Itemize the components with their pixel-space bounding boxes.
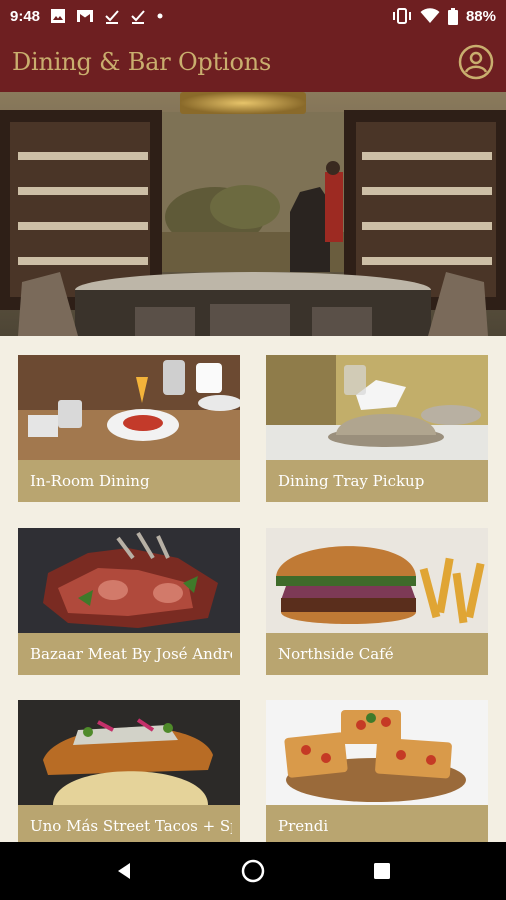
app-bar: Dining & Bar Options xyxy=(0,32,506,92)
vibrate-icon xyxy=(392,8,412,24)
status-bar: 9:48 88% xyxy=(0,0,506,32)
profile-button[interactable] xyxy=(458,44,494,80)
card-northside-cafe[interactable]: Northside Café xyxy=(266,528,488,675)
card-label: Northside Café xyxy=(278,645,394,663)
card-label: Uno Más Street Tacos + Sp... xyxy=(30,817,232,835)
card-label: Dining Tray Pickup xyxy=(278,472,425,490)
recents-button[interactable] xyxy=(358,847,406,895)
system-nav-bar xyxy=(0,842,506,900)
in-room-dining-thumbnail xyxy=(18,355,240,460)
back-icon xyxy=(118,863,131,879)
download-done-icon xyxy=(104,8,120,24)
card-bazaar-meat[interactable]: Bazaar Meat By José Andrés xyxy=(18,528,240,675)
card-label: Bazaar Meat By José Andrés xyxy=(30,645,232,663)
download-done-icon xyxy=(130,8,146,24)
card-uno-mas-street-tacos[interactable]: Uno Más Street Tacos + Sp... xyxy=(18,700,240,847)
dining-tray-pickup-thumbnail xyxy=(266,355,488,460)
card-prendi[interactable]: Prendi xyxy=(266,700,488,847)
card-in-room-dining[interactable]: In-Room Dining xyxy=(18,355,240,502)
uno-mas-thumbnail xyxy=(18,700,240,805)
battery-icon xyxy=(447,7,458,25)
hero-image xyxy=(0,92,506,336)
back-button[interactable] xyxy=(100,847,148,895)
wifi-icon xyxy=(420,8,440,24)
status-time: 9:48 xyxy=(10,7,41,25)
prendi-thumbnail xyxy=(266,700,488,805)
page-title: Dining & Bar Options xyxy=(12,48,272,76)
northside-cafe-thumbnail xyxy=(266,528,488,633)
image-icon xyxy=(50,8,66,24)
battery-percent: 88% xyxy=(465,7,496,25)
card-label: In-Room Dining xyxy=(30,472,150,490)
dot-icon xyxy=(156,12,164,20)
home-icon xyxy=(241,859,265,883)
card-dining-tray-pickup[interactable]: Dining Tray Pickup xyxy=(266,355,488,502)
recents-icon xyxy=(373,863,390,879)
home-button[interactable] xyxy=(229,847,277,895)
card-label: Prendi xyxy=(278,817,329,835)
bazaar-meat-thumbnail xyxy=(18,528,240,633)
account-circle-icon xyxy=(458,44,494,80)
gmail-icon xyxy=(76,9,94,23)
